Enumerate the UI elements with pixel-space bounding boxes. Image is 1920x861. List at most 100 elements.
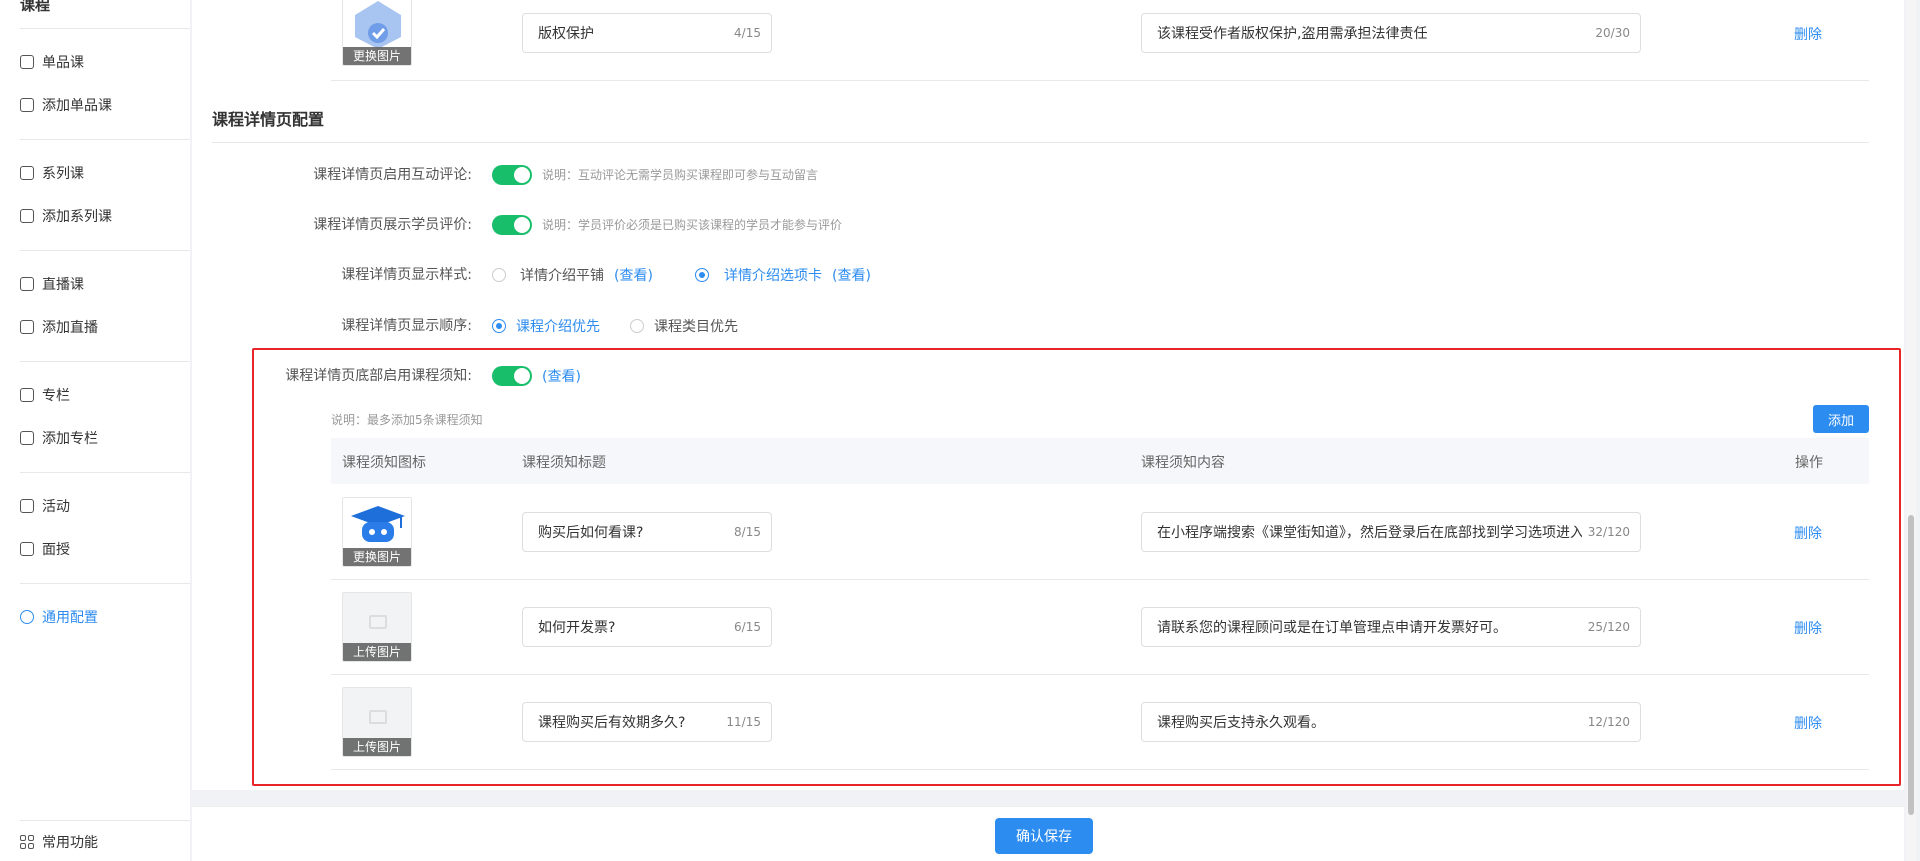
- image-label: 上传图片: [343, 738, 411, 756]
- sidebar-divider: [20, 250, 190, 251]
- input-value: 该课程受作者版权保护,盗用需承担法律责任: [1157, 26, 1428, 42]
- notice-toggle[interactable]: [492, 366, 532, 386]
- char-count: 25/120: [1587, 620, 1630, 634]
- column-header-action: 操作: [1795, 455, 1823, 471]
- sidebar-section-title: 课程: [20, 0, 51, 14]
- sidebar-divider: [20, 361, 190, 362]
- gear-icon: [20, 610, 34, 624]
- char-count: 32/120: [1587, 525, 1630, 539]
- style-flat-view-link[interactable]: (查看): [614, 265, 653, 285]
- add-notice-button[interactable]: 添加: [1813, 405, 1869, 433]
- sidebar-item-add-live[interactable]: 添加直播: [20, 315, 98, 339]
- sidebar-item-live-course[interactable]: 直播课: [20, 272, 84, 296]
- scrollbar-thumb[interactable]: [1908, 515, 1914, 815]
- notice-image-1[interactable]: 更换图片: [342, 497, 412, 567]
- notice-title-input[interactable]: 购买后如何看课? 8/15: [522, 512, 772, 552]
- column-header-icon: 课程须知图标: [342, 455, 426, 471]
- input-value: 购买后如何看课?: [538, 525, 644, 541]
- save-button[interactable]: 确认保存: [995, 818, 1093, 854]
- column-header-content: 课程须知内容: [1141, 455, 1225, 471]
- sidebar-item-label: 单品课: [42, 55, 84, 71]
- row-divider: [331, 769, 1869, 770]
- style-radio-flat[interactable]: [492, 268, 506, 282]
- sidebar-item-column[interactable]: 专栏: [20, 383, 70, 407]
- sidebar-item-general-config[interactable]: 通用配置: [20, 605, 98, 629]
- sidebar-item-label: 面授: [42, 542, 70, 558]
- style-radio-tabs[interactable]: [695, 268, 709, 282]
- char-count: 8/15: [734, 525, 761, 539]
- sidebar-item-common-functions[interactable]: 常用功能: [20, 830, 98, 854]
- offline-class-icon: [20, 542, 34, 556]
- notice-image-3[interactable]: 上传图片: [342, 687, 412, 757]
- sidebar-item-offline-class[interactable]: 面授: [20, 537, 70, 561]
- section-divider: [212, 142, 1869, 143]
- char-count: 20/30: [1595, 26, 1630, 40]
- sidebar-divider: [20, 139, 190, 140]
- notice-title-input[interactable]: 版权保护 4/15: [522, 13, 772, 53]
- char-count: 12/120: [1587, 715, 1630, 729]
- image-placeholder-icon: [369, 615, 387, 629]
- comments-note: 说明：互动评论无需学员购买课程即可参与互动留言: [542, 168, 819, 182]
- sidebar-item-label: 通用配置: [42, 610, 98, 626]
- sidebar: 课程 单品课 添加单品课 系列课 添加系列课 直播课 添加直播 专栏 添加专栏 …: [0, 0, 190, 861]
- input-value: 在小程序端搜索《课堂街知道》，然后登录后在底部找到学习选项进入: [1157, 525, 1582, 541]
- notice-content-input[interactable]: 在小程序端搜索《课堂街知道》，然后登录后在底部找到学习选项进入 32/120: [1141, 512, 1641, 552]
- sidebar-divider: [20, 820, 190, 821]
- notice-note: 说明：最多添加5条课程须知: [331, 413, 483, 427]
- sidebar-divider: [20, 472, 190, 473]
- input-value: 请联系您的课程顾问或是在订单管理点申请开发票好可。: [1157, 620, 1507, 636]
- order-option-category: 课程类目优先: [654, 319, 738, 335]
- sidebar-divider: [20, 583, 190, 584]
- column-icon: [20, 388, 34, 402]
- add-column-icon: [20, 431, 34, 445]
- notice-title-input[interactable]: 课程购买后有效期多久? 11/15: [522, 702, 772, 742]
- sidebar-item-label: 添加专栏: [42, 431, 98, 447]
- style-option-tabs: 详情介绍选项卡: [724, 268, 822, 284]
- reviews-label: 课程详情页展示学员评价:: [313, 217, 472, 233]
- delete-link[interactable]: 删除: [1794, 523, 1822, 543]
- reviews-toggle[interactable]: [492, 215, 532, 235]
- sidebar-item-series-course[interactable]: 系列课: [20, 161, 84, 185]
- image-label: 上传图片: [343, 643, 411, 661]
- image-label: 更换图片: [343, 47, 411, 65]
- notice-view-link[interactable]: (查看): [542, 366, 581, 386]
- sidebar-item-label: 专栏: [42, 388, 70, 404]
- order-option-intro: 课程介绍优先: [516, 319, 600, 335]
- sidebar-item-add-series-course[interactable]: 添加系列课: [20, 204, 112, 228]
- delete-link[interactable]: 删除: [1794, 713, 1822, 733]
- order-radio-category[interactable]: [630, 319, 644, 333]
- input-value: 版权保护: [538, 26, 594, 42]
- sidebar-item-add-column[interactable]: 添加专栏: [20, 426, 98, 450]
- delete-link[interactable]: 删除: [1794, 24, 1822, 44]
- notice-title-input[interactable]: 如何开发票? 6/15: [522, 607, 772, 647]
- add-series-icon: [20, 209, 34, 223]
- sidebar-item-label: 添加系列课: [42, 209, 112, 225]
- sidebar-item-activity[interactable]: 活动: [20, 494, 70, 518]
- sidebar-item-label: 常用功能: [42, 835, 98, 851]
- sidebar-item-add-single-course[interactable]: 添加单品课: [20, 93, 112, 117]
- image-label: 更换图片: [343, 548, 411, 566]
- activity-icon: [20, 499, 34, 513]
- char-count: 11/15: [726, 715, 761, 729]
- notice-content-input[interactable]: 请联系您的课程顾问或是在订单管理点申请开发票好可。 25/120: [1141, 607, 1641, 647]
- section-title: 课程详情页配置: [212, 110, 325, 129]
- add-live-icon: [20, 320, 34, 334]
- sidebar-divider: [20, 28, 190, 29]
- notice-image-2[interactable]: 上传图片: [342, 592, 412, 662]
- notice-image-top[interactable]: 更换图片: [342, 0, 412, 66]
- input-value: 如何开发票?: [538, 620, 616, 636]
- sidebar-item-label: 直播课: [42, 277, 84, 293]
- delete-link[interactable]: 删除: [1794, 618, 1822, 638]
- order-radio-intro[interactable]: [492, 319, 506, 333]
- style-tabs-view-link[interactable]: (查看): [832, 265, 871, 285]
- image-placeholder-icon: [369, 710, 387, 724]
- notice-content-input[interactable]: 课程购买后支持永久观看。 12/120: [1141, 702, 1641, 742]
- shield-icon: [355, 1, 401, 49]
- sidebar-item-label: 系列课: [42, 166, 84, 182]
- notice-content-input[interactable]: 该课程受作者版权保护,盗用需承担法律责任 20/30: [1141, 13, 1641, 53]
- sidebar-item-label: 活动: [42, 499, 70, 515]
- comments-toggle[interactable]: [492, 165, 532, 185]
- notice-label: 课程详情页底部启用课程须知:: [285, 368, 472, 384]
- sidebar-item-single-course[interactable]: 单品课: [20, 50, 84, 74]
- course-icon: [20, 55, 34, 69]
